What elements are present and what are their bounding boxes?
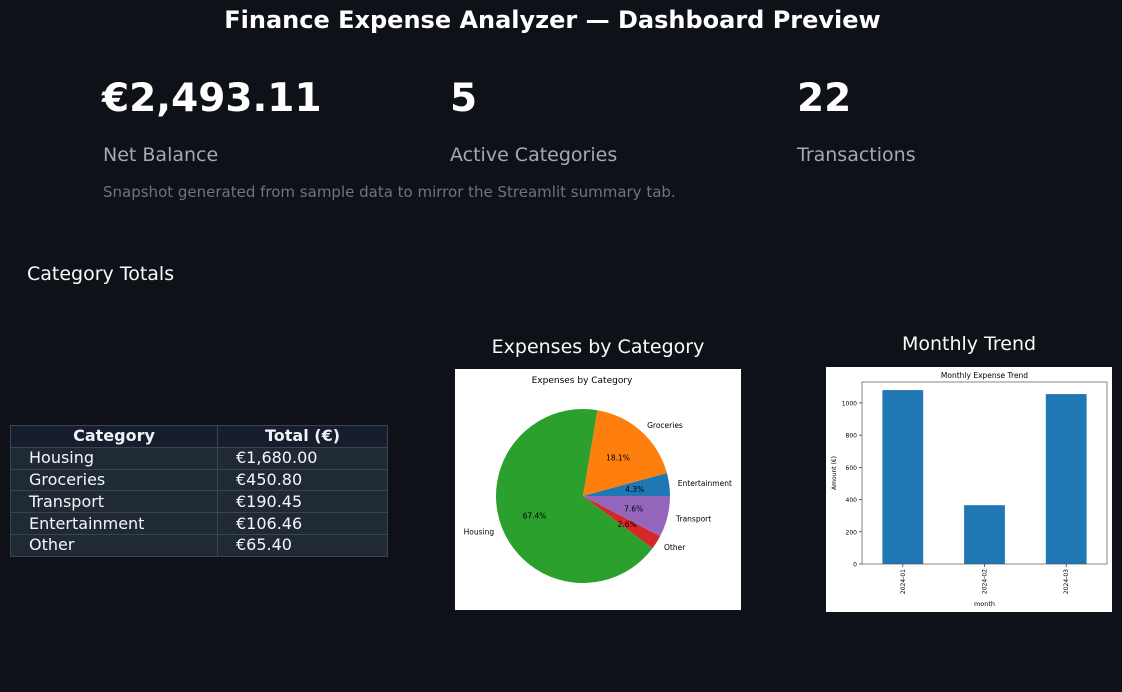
bar-2024-01: [882, 390, 924, 564]
page-title: Finance Expense Analyzer — Dashboard Pre…: [224, 6, 881, 34]
pie-chart-image: Expenses by Category Entertainment 4.3% Gro…: [455, 369, 741, 610]
y-tick-label: 400: [846, 497, 858, 504]
total-cell: €450.80: [217, 468, 388, 492]
column-header-total[interactable]: Total (€): [217, 425, 388, 448]
table-row: Other €65.40: [10, 533, 388, 557]
bar-2024-02: [964, 505, 1005, 564]
category-totals-heading: Category Totals: [27, 263, 175, 285]
x-tick-label: 2024-03: [1063, 569, 1070, 594]
pie-panel-heading: Expenses by Category: [491, 336, 705, 358]
bar-panel-heading: Monthly Trend: [901, 333, 1037, 355]
active-categories-label: Active Categories: [450, 144, 618, 166]
active-categories-value: 5: [450, 76, 478, 121]
x-tick-label: 2024-02: [982, 569, 989, 594]
table-row: Groceries €450.80: [10, 468, 388, 492]
y-tick-label: 0: [853, 562, 857, 569]
pie-pct-groceries: 18.1%: [606, 453, 630, 462]
pie-label-transport: Transport: [675, 515, 711, 524]
total-cell: €106.46: [217, 512, 388, 535]
pie-label-groceries: Groceries: [647, 421, 683, 430]
category-cell: Entertainment: [10, 512, 218, 535]
category-cell: Other: [10, 533, 218, 557]
table-row: Housing €1,680.00: [10, 446, 388, 470]
y-tick-label: 200: [846, 529, 858, 536]
table-row: Entertainment €106.46: [10, 512, 388, 535]
table-header-row: Category Total (€): [10, 425, 388, 448]
net-balance-value: €2,493.11: [102, 76, 322, 121]
pie-pct-entertainment: 4.3%: [625, 485, 644, 494]
category-cell: Groceries: [10, 468, 218, 492]
pie-title: Expenses by Category: [532, 376, 633, 386]
y-tick-label: 600: [846, 465, 858, 472]
column-header-category[interactable]: Category: [10, 425, 218, 448]
y-axis-label: Amount (€): [831, 456, 838, 490]
bar-title: Monthly Expense Trend: [941, 371, 1028, 380]
x-tick-label: 2024-01: [900, 569, 907, 594]
bar-chart: Monthly Expense Trend 0 200 400 600 800 1000 20…: [831, 371, 1108, 608]
pie-pct-housing: 67.4%: [523, 511, 547, 520]
transactions-label: Transactions: [797, 144, 916, 166]
total-cell: €65.40: [217, 533, 388, 557]
bar-2024-03: [1045, 394, 1087, 564]
pie-label-entertainment: Entertainment: [678, 479, 732, 488]
category-cell: Transport: [10, 490, 218, 514]
total-cell: €190.45: [217, 490, 388, 514]
total-cell: €1,680.00: [217, 446, 388, 470]
category-totals-table: Category Total (€) Housing €1,680.00 Gro…: [10, 425, 388, 557]
transactions-value: 22: [797, 76, 852, 121]
pie-chart: Expenses by Category Entertainment 4.3% Gro…: [464, 376, 732, 583]
table-row: Transport €190.45: [10, 490, 388, 514]
y-tick-label: 1000: [842, 400, 857, 407]
x-axis-label: month: [974, 600, 995, 608]
pie-label-other: Other: [664, 543, 686, 552]
pie-pct-transport: 7.6%: [624, 504, 643, 513]
y-tick-label: 800: [846, 433, 858, 440]
pie-label-housing: Housing: [464, 528, 495, 537]
category-cell: Housing: [10, 446, 218, 470]
bar-chart-image: Monthly Expense Trend 0 200 400 600 800 1000 20…: [826, 367, 1112, 612]
snapshot-caption: Snapshot generated from sample data to m…: [103, 183, 676, 201]
net-balance-label: Net Balance: [103, 144, 219, 166]
